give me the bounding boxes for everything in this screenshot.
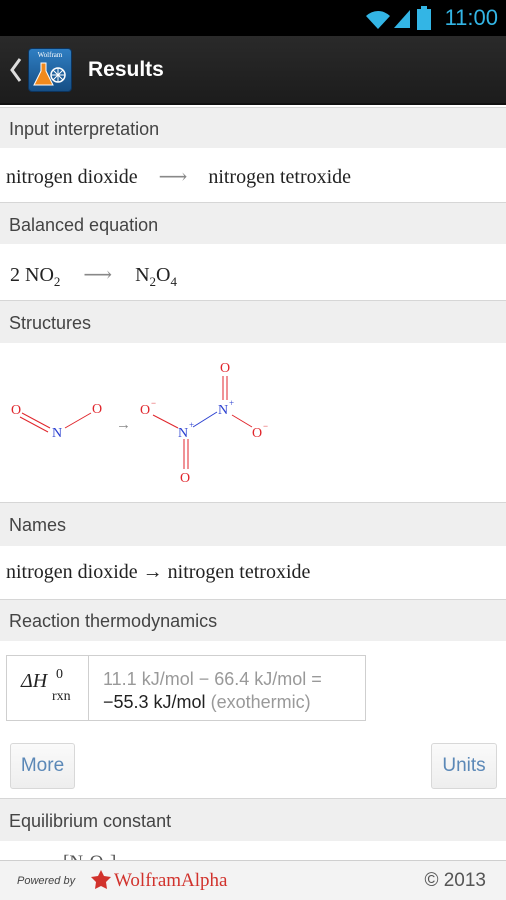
app-logo[interactable]: Wolfram (28, 48, 72, 92)
wifi-icon (366, 11, 390, 29)
coefficient: 2 (10, 264, 20, 286)
enthalpy-note: (exothermic) (210, 692, 311, 712)
nitrogen-dioxide-structure: O N O (11, 402, 102, 441)
page-title: Results (88, 58, 164, 81)
svg-text:N: N (178, 426, 188, 441)
enthalpy-superscript: 0 (56, 667, 63, 682)
svg-text:+: + (189, 420, 194, 430)
svg-text:O: O (220, 361, 230, 376)
product-o-subscript: 4 (170, 274, 177, 289)
pod-title: Equilibrium constant (9, 811, 172, 831)
svg-text:N: N (52, 426, 62, 441)
pod-header-names: Names (0, 502, 506, 546)
svg-text:−: − (263, 421, 268, 431)
pod-header-structures: Structures (0, 300, 506, 343)
enthalpy-calculation: 11.1 kJ/mol − 66.4 kJ/mol = (103, 669, 322, 689)
reactant-formula: NO (25, 264, 54, 286)
thermodynamics-table: ΔH 0 rxn 11.1 kJ/mol − 66.4 kJ/mol = −55… (6, 655, 366, 721)
pod-header-input-interpretation: Input interpretation (0, 107, 506, 148)
pod-title: Structures (9, 313, 92, 333)
wolfram-alpha-logo[interactable]: WolframAlpha (114, 870, 228, 892)
enthalpy-symbol-cell: ΔH 0 rxn (7, 656, 89, 720)
status-time: 11:00 (444, 5, 498, 30)
more-button[interactable]: More (10, 743, 75, 789)
pod-header-balanced-equation: Balanced equation (0, 202, 506, 244)
reaction-arrow: ⟶ (158, 166, 188, 188)
pod-header-equilibrium-constant: Equilibrium constant (0, 798, 506, 841)
cell-signal-icon (394, 10, 410, 28)
pod-names: nitrogen dioxide → nitrogen tetroxide (0, 546, 506, 599)
pod-title: Input interpretation (9, 119, 160, 139)
svg-text:−: − (151, 398, 156, 408)
back-chevron-icon[interactable] (8, 56, 24, 84)
svg-text:+: + (229, 398, 234, 408)
reaction-arrow: ⟶ (83, 264, 113, 286)
pod-title: Balanced equation (9, 215, 159, 235)
pod-balanced-equation: 2 NO2 ⟶ N2O4 (0, 244, 506, 300)
powered-by-label: Powered by (17, 875, 76, 887)
product-o: O (156, 264, 171, 286)
enthalpy-result: −55.3 kJ/mol (exothermic) (103, 692, 311, 713)
flask-icon (33, 62, 66, 86)
input-interpretation-result: nitrogen dioxide ⟶ nitrogen tetroxide (6, 164, 351, 189)
svg-text:O: O (140, 403, 150, 418)
svg-text:O: O (11, 403, 21, 418)
enthalpy-symbol: ΔH (21, 670, 48, 692)
battery-icon (417, 6, 431, 30)
pod-title: Names (9, 515, 67, 535)
nitrogen-tetroxide-structure: O − N + O N + O O − (140, 361, 268, 486)
svg-text:N: N (218, 403, 228, 418)
svg-text:O: O (180, 471, 190, 486)
pod-input-interpretation: nitrogen dioxide ⟶ nitrogen tetroxide (0, 148, 506, 202)
pod-structures: O N O → O − N + O N + O O − (0, 343, 506, 502)
structure-arrow: → (116, 416, 131, 433)
svg-text:O: O (92, 402, 102, 417)
enthalpy-value: −55.3 kJ/mol (103, 692, 206, 712)
copyright: © 2013 (424, 870, 486, 891)
structure-diagram: O N O → O − N + O N + O O − (11, 361, 268, 486)
reactant-subscript: 2 (53, 274, 61, 289)
units-button[interactable]: Units (431, 743, 497, 789)
action-bar: Wolfram Results (0, 36, 506, 105)
svg-text:O: O (252, 426, 262, 441)
pod-header-reaction-thermodynamics: Reaction thermodynamics (0, 599, 506, 641)
pod-title: Reaction thermodynamics (9, 611, 218, 631)
enthalpy-subscript: rxn (52, 689, 71, 704)
footer: Powered by WolframAlpha © 2013 (0, 860, 506, 900)
status-bar: 11:00 (0, 0, 506, 36)
product-n: N (135, 264, 150, 286)
reactant-name: nitrogen dioxide (6, 166, 138, 188)
product-name: nitrogen tetroxide (208, 166, 352, 188)
balanced-equation: 2 NO2 ⟶ N2O4 (10, 262, 177, 290)
names-result: nitrogen dioxide → nitrogen tetroxide (6, 561, 311, 583)
wolfram-spikey-icon (91, 870, 111, 889)
